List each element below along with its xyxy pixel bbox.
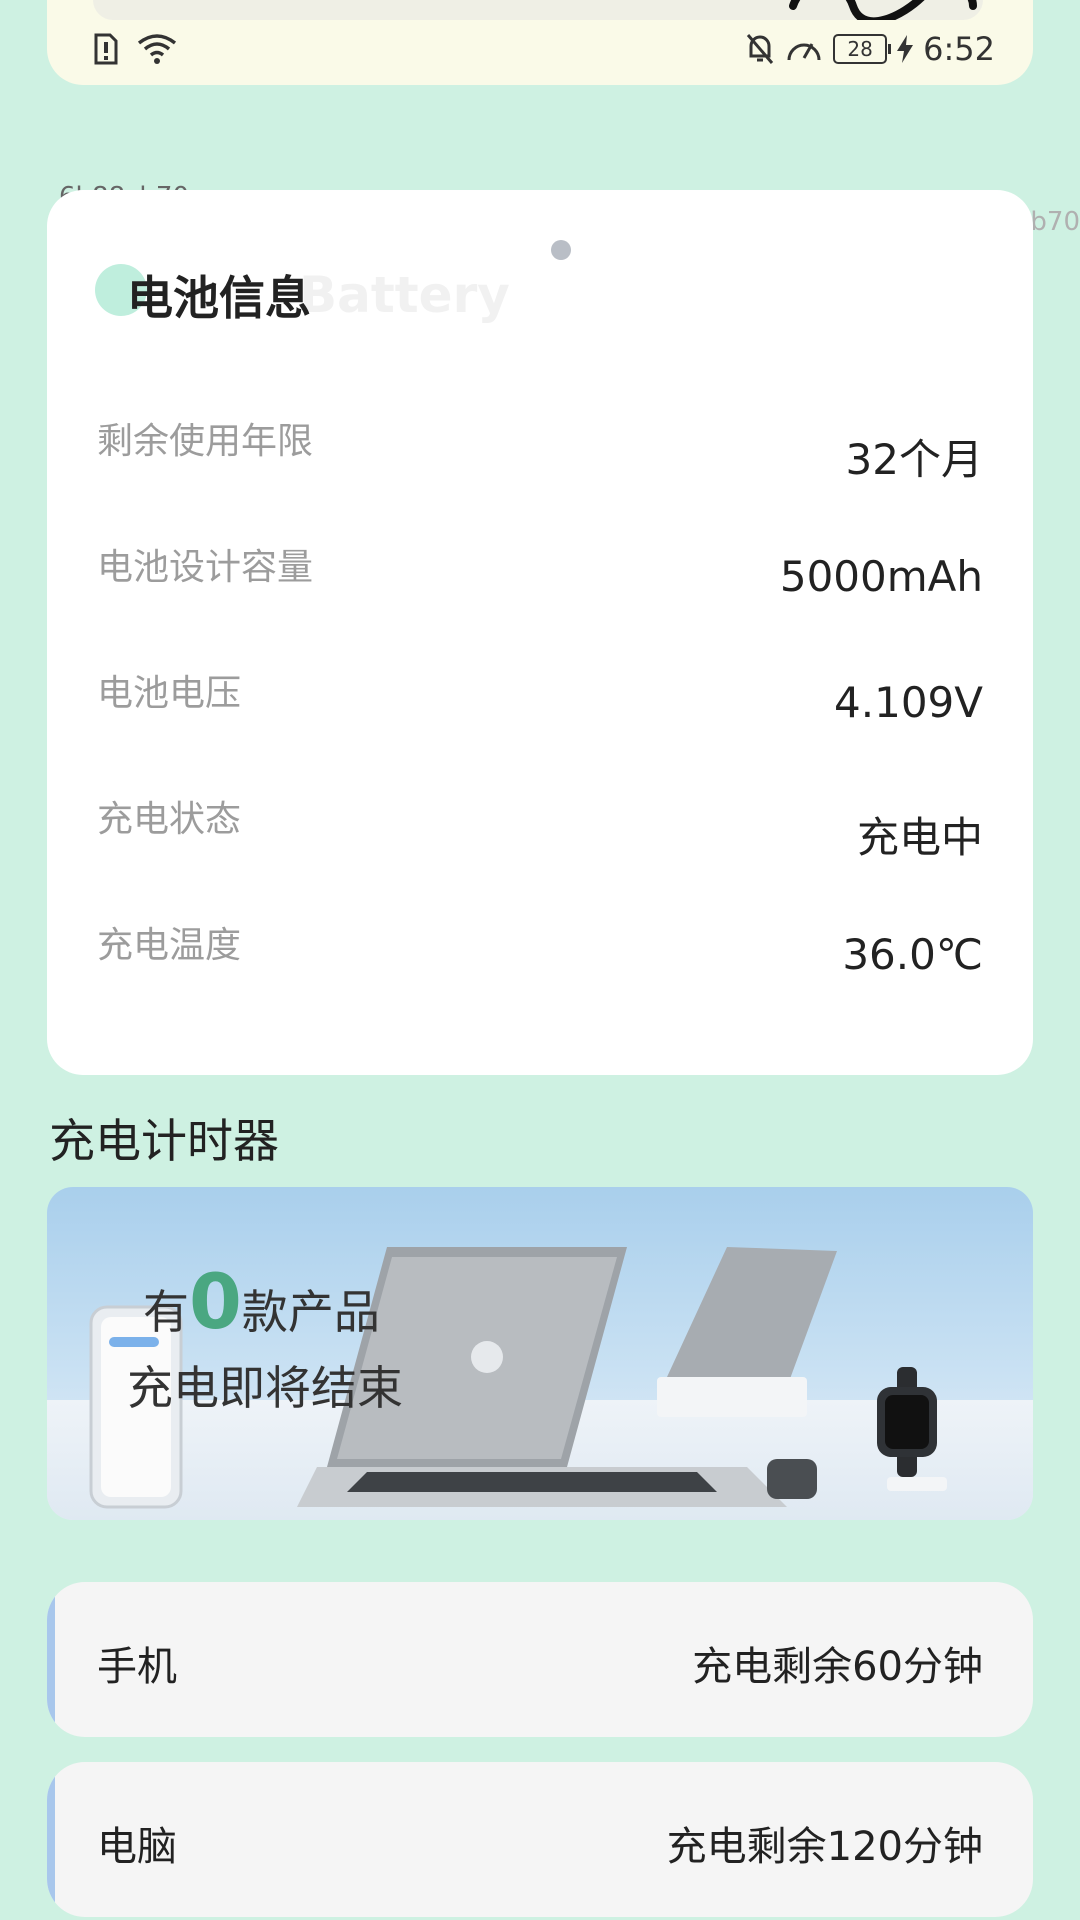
info-value: 充电中 bbox=[856, 813, 983, 862]
banner-count: 0 bbox=[189, 1257, 242, 1346]
charging-timer-title: 充电计时器 bbox=[49, 1114, 279, 1168]
banner-prefix: 有 bbox=[143, 1285, 189, 1339]
battery-info-title: 电池信息 bbox=[127, 271, 311, 325]
device-name: 手机 bbox=[97, 1644, 177, 1690]
info-label: 充电状态 bbox=[97, 799, 242, 840]
status-bar: 28 6:52 bbox=[47, 0, 1033, 85]
info-value: 36.0℃ bbox=[842, 930, 983, 979]
status-right-icons: 28 6:52 bbox=[745, 30, 995, 68]
banner-line-1: 有0款产品 bbox=[143, 1257, 380, 1346]
alert-sim-icon bbox=[94, 33, 118, 65]
speedometer-icon bbox=[787, 43, 821, 61]
status-time: 6:52 bbox=[923, 30, 995, 68]
battery-level-text: 28 bbox=[847, 37, 873, 61]
info-value: 5000mAh bbox=[779, 552, 983, 601]
info-label: 剩余使用年限 bbox=[97, 421, 314, 462]
device-card-computer[interactable]: 电脑 充电剩余120分钟 bbox=[47, 1762, 1033, 1917]
info-row-remaining-life: 剩余使用年限 32个月 bbox=[97, 412, 983, 492]
info-row-charging-status: 充电状态 充电中 bbox=[97, 790, 983, 870]
indicator-dot bbox=[551, 240, 571, 260]
banner-suffix: 款产品 bbox=[241, 1285, 380, 1339]
info-label: 电池设计容量 bbox=[97, 547, 314, 588]
title-ghost-text: Battery bbox=[299, 266, 510, 324]
battery-info-card: Battery 电池信息 剩余使用年限 32个月 电池设计容量 5000mAh … bbox=[47, 190, 1033, 1075]
device-card-accent bbox=[47, 1772, 55, 1907]
battery-icon: 28 bbox=[833, 34, 892, 64]
info-row-voltage: 电池电压 4.109V bbox=[97, 664, 983, 744]
device-card-accent bbox=[47, 1592, 55, 1727]
charging-bolt-icon bbox=[897, 35, 914, 63]
device-remaining: 充电剩余60分钟 bbox=[692, 1644, 983, 1690]
doodle-decoration-icon bbox=[789, 0, 977, 20]
charging-banner[interactable]: 有0款产品 充电即将结束 bbox=[47, 1187, 1033, 1520]
info-label: 电池电压 bbox=[97, 673, 242, 714]
info-row-design-capacity: 电池设计容量 5000mAh bbox=[97, 538, 983, 618]
wifi-icon bbox=[137, 34, 177, 64]
info-label: 充电温度 bbox=[97, 925, 242, 966]
status-left-icons bbox=[93, 32, 177, 66]
info-row-charging-temperature: 充电温度 36.0℃ bbox=[97, 916, 983, 996]
info-value: 4.109V bbox=[834, 678, 983, 727]
battery-page: 28 6:52 6b88cb70 88cb70 Battery 电池信息 剩余使… bbox=[0, 0, 1080, 1920]
bell-off-icon bbox=[747, 34, 774, 64]
device-name: 电脑 bbox=[97, 1824, 177, 1870]
info-value: 32个月 bbox=[845, 435, 983, 484]
device-card-phone[interactable]: 手机 充电剩余60分钟 bbox=[47, 1582, 1033, 1737]
banner-line-2: 充电即将结束 bbox=[127, 1361, 403, 1415]
device-remaining: 充电剩余120分钟 bbox=[666, 1824, 983, 1870]
